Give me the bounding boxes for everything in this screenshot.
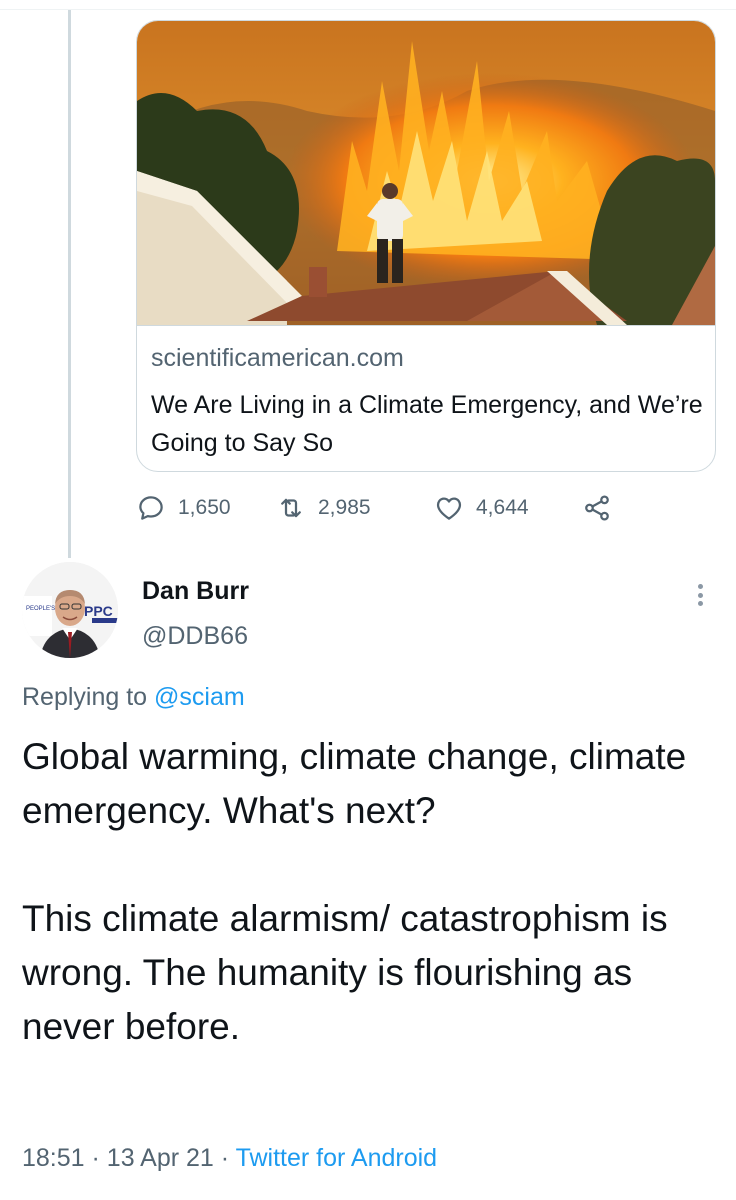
tweet-meta-line: 18:51 · 13 Apr 21 · Twitter for Android bbox=[22, 1144, 437, 1173]
tweet-action-bar: 1,650 2,985 4,644 bbox=[136, 488, 696, 528]
reply-icon bbox=[139, 496, 163, 520]
avatar-logo-text: PPC bbox=[84, 603, 113, 619]
tweet-paragraph-2: This climate alarmism/ catastrophism is … bbox=[22, 898, 668, 1047]
more-options-icon[interactable] bbox=[688, 580, 712, 610]
meta-separator: · bbox=[91, 1144, 100, 1172]
reply-button[interactable]: 1,650 bbox=[136, 488, 231, 528]
display-name[interactable]: Dan Burr bbox=[142, 577, 249, 606]
share-button[interactable] bbox=[582, 488, 624, 528]
avatar-photo: PEOPLE'S PARTY PPC bbox=[22, 562, 118, 658]
avatar[interactable]: PEOPLE'S PARTY PPC bbox=[22, 562, 118, 658]
retweet-icon bbox=[281, 498, 301, 518]
top-divider bbox=[0, 9, 736, 10]
retweet-button[interactable]: 2,985 bbox=[276, 488, 371, 528]
user-handle[interactable]: @DDB66 bbox=[142, 622, 248, 651]
tweet-time[interactable]: 18:51 bbox=[22, 1144, 85, 1172]
wildfire-photo bbox=[137, 21, 715, 325]
card-image-wildfire[interactable] bbox=[137, 21, 715, 325]
tweet-source[interactable]: Twitter for Android bbox=[236, 1144, 437, 1172]
tweet-text: Global warming, climate change, climate … bbox=[22, 730, 722, 1054]
retweet-count: 2,985 bbox=[318, 496, 371, 519]
card-domain: scientificamerican.com bbox=[151, 344, 404, 372]
tweet-paragraph-1: Global warming, climate change, climate … bbox=[22, 736, 687, 831]
like-button[interactable]: 4,644 bbox=[434, 488, 529, 528]
card-title[interactable]: We Are Living in a Climate Emergency, an… bbox=[151, 386, 706, 462]
tweet-date[interactable]: 13 Apr 21 bbox=[107, 1144, 214, 1172]
like-count: 4,644 bbox=[476, 496, 529, 519]
link-preview-card[interactable]: scientificamerican.com We Are Living in … bbox=[136, 20, 716, 472]
share-icon bbox=[585, 495, 609, 521]
meta-separator: · bbox=[220, 1144, 230, 1172]
replying-to-line: Replying to @sciam bbox=[22, 683, 245, 712]
replying-to-prefix: Replying to bbox=[22, 683, 148, 711]
card-meta[interactable]: scientificamerican.com We Are Living in … bbox=[137, 325, 715, 471]
thread-connector-line bbox=[68, 10, 71, 558]
heart-icon bbox=[436, 497, 462, 520]
replying-to-mention[interactable]: @sciam bbox=[154, 683, 245, 711]
reply-count: 1,650 bbox=[178, 496, 231, 519]
